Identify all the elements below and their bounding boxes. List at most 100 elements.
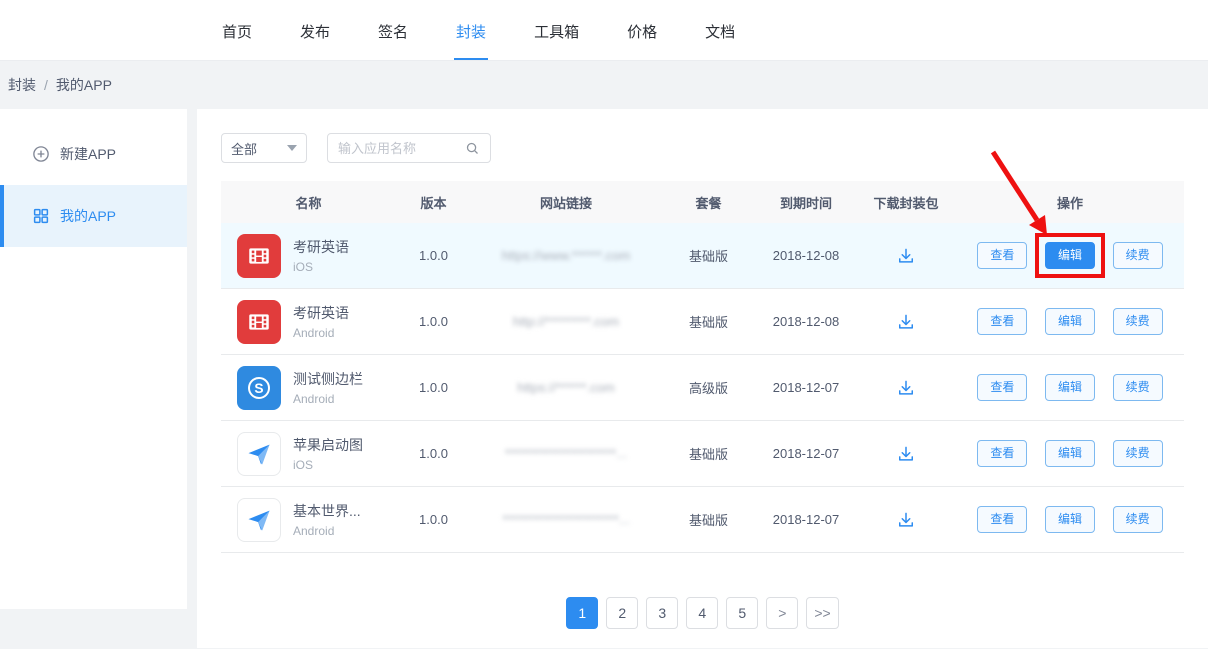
download-package-button[interactable]	[896, 246, 916, 266]
breadcrumb-package[interactable]: 封装	[8, 75, 36, 95]
nav-item-price[interactable]: 价格	[625, 0, 659, 60]
app-name: 测试侧边栏	[293, 369, 363, 389]
svg-text:S: S	[254, 381, 263, 396]
expiry-date: 2018-12-08	[756, 314, 856, 329]
expiry-date: 2018-12-07	[756, 512, 856, 527]
column-header: 版本	[396, 193, 471, 212]
download-package-button[interactable]	[896, 444, 916, 464]
app-plan: 基础版	[661, 510, 756, 529]
expiry-date: 2018-12-08	[756, 248, 856, 263]
pagination: 1 2 3 4 5 > >>	[221, 597, 1184, 629]
app-plan: 基础版	[661, 444, 756, 463]
search-icon[interactable]	[465, 141, 480, 156]
view-button[interactable]: 查看	[977, 308, 1027, 336]
edit-button[interactable]: 编辑	[1045, 374, 1095, 402]
site-url: https://******.com	[517, 380, 615, 395]
sidebar: 新建APP 我的APP	[0, 109, 187, 609]
page-button-3[interactable]: 3	[646, 597, 678, 629]
download-package-button[interactable]	[896, 510, 916, 530]
nav-item-docs[interactable]: 文档	[703, 0, 737, 60]
table-row: 苹果启动图 iOS 1.0.0 **********************..…	[221, 421, 1184, 487]
next-page-button[interactable]: >	[766, 597, 798, 629]
app-plan: 高级版	[661, 378, 756, 397]
app-version: 1.0.0	[396, 248, 471, 263]
app-name: 基本世界...	[293, 501, 361, 521]
renew-button[interactable]: 续费	[1113, 440, 1163, 468]
app-platform: iOS	[293, 260, 349, 274]
edit-button[interactable]: 编辑	[1045, 242, 1095, 270]
page-button-2[interactable]: 2	[606, 597, 638, 629]
sidebar-item-label: 新建APP	[60, 144, 116, 164]
column-header: 套餐	[661, 193, 756, 212]
top-nav: 首页 发布 签名 封装 工具箱 价格 文档	[0, 0, 1208, 61]
annotation-box: 编辑	[1038, 242, 1102, 270]
view-button[interactable]: 查看	[977, 506, 1027, 534]
site-url: http://*********.com	[513, 314, 619, 329]
site-url: ***********************...	[502, 512, 629, 527]
chevron-down-icon	[287, 145, 297, 151]
page-button-5[interactable]: 5	[726, 597, 758, 629]
renew-button[interactable]: 续费	[1113, 374, 1163, 402]
table-row: S 测试侧边栏 Android 1.0.0 https://******.com…	[221, 355, 1184, 421]
app-search-box	[327, 133, 491, 163]
plan-filter-value: 全部	[231, 139, 257, 158]
app-name: 考研英语	[293, 303, 349, 323]
last-page-button[interactable]: >>	[806, 597, 838, 629]
film-app-icon	[237, 300, 281, 344]
table-row: 基本世界... Android 1.0.0 ******************…	[221, 487, 1184, 553]
column-header: 操作	[956, 193, 1184, 212]
page-button-4[interactable]: 4	[686, 597, 718, 629]
app-platform: Android	[293, 524, 361, 538]
view-button[interactable]: 查看	[977, 242, 1027, 270]
app-plan: 基础版	[661, 246, 756, 265]
renew-button[interactable]: 续费	[1113, 506, 1163, 534]
app-platform: Android	[293, 326, 349, 340]
renew-button[interactable]: 续费	[1113, 308, 1163, 336]
app-platform: iOS	[293, 458, 363, 472]
expiry-date: 2018-12-07	[756, 446, 856, 461]
nav-item-publish[interactable]: 发布	[298, 0, 332, 60]
nav-item-home[interactable]: 首页	[220, 0, 254, 60]
column-header: 名称	[221, 193, 396, 212]
renew-button[interactable]: 续费	[1113, 242, 1163, 270]
app-table: 名称 版本 网站链接 套餐 到期时间 下载封装包 操作	[221, 181, 1184, 553]
column-header: 下载封装包	[856, 193, 956, 212]
app-version: 1.0.0	[396, 512, 471, 527]
nav-item-signature[interactable]: 签名	[376, 0, 410, 60]
view-button[interactable]: 查看	[977, 440, 1027, 468]
breadcrumb-my-app: 我的APP	[56, 75, 112, 95]
view-button[interactable]: 查看	[977, 374, 1027, 402]
app-name: 苹果启动图	[293, 435, 363, 455]
download-package-button[interactable]	[896, 312, 916, 332]
app-name-search-input[interactable]	[338, 141, 465, 156]
site-url: https://www.******.com	[502, 248, 631, 263]
nav-item-toolbox[interactable]: 工具箱	[532, 0, 581, 60]
film-app-icon	[237, 234, 281, 278]
sidebar-app-icon: S	[237, 366, 281, 410]
plan-filter-select[interactable]: 全部	[221, 133, 307, 163]
paper-plane-app-icon	[237, 498, 281, 542]
download-package-button[interactable]	[896, 378, 916, 398]
sidebar-item-new-app[interactable]: 新建APP	[0, 123, 187, 185]
app-name: 考研英语	[293, 237, 349, 257]
site-url: **********************...	[505, 446, 627, 461]
table-row: 考研英语 Android 1.0.0 http://*********.com …	[221, 289, 1184, 355]
edit-button[interactable]: 编辑	[1045, 506, 1095, 534]
page-button-1[interactable]: 1	[566, 597, 598, 629]
app-version: 1.0.0	[396, 446, 471, 461]
table-row: 考研英语 iOS 1.0.0 https://www.******.com 基础…	[221, 223, 1184, 289]
plus-circle-icon	[32, 145, 50, 163]
app-plan: 基础版	[661, 312, 756, 331]
sidebar-item-my-app[interactable]: 我的APP	[0, 185, 187, 247]
nav-item-package[interactable]: 封装	[454, 0, 488, 60]
breadcrumb: 封装 / 我的APP	[0, 61, 1208, 109]
column-header: 网站链接	[471, 193, 661, 212]
expiry-date: 2018-12-07	[756, 380, 856, 395]
paper-plane-app-icon	[237, 432, 281, 476]
app-platform: Android	[293, 392, 363, 406]
edit-button[interactable]: 编辑	[1045, 308, 1095, 336]
app-version: 1.0.0	[396, 314, 471, 329]
edit-button[interactable]: 编辑	[1045, 440, 1095, 468]
grid-icon	[32, 207, 50, 225]
app-version: 1.0.0	[396, 380, 471, 395]
